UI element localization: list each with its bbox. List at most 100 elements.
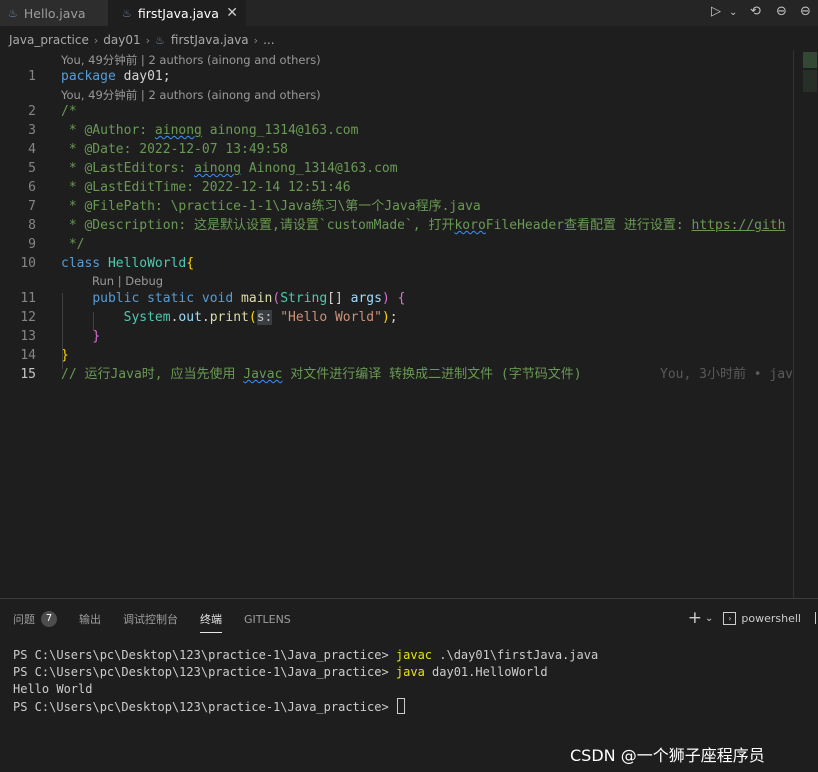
line-number: 8: [28, 218, 36, 233]
shell-name[interactable]: powershell: [741, 612, 801, 625]
terminal-line: PS C:\Users\pc\Desktop\123\practice-1\Ja…: [13, 647, 598, 664]
chevron-right-icon: ›: [93, 33, 99, 47]
chevron-right-icon: ›: [145, 33, 151, 47]
line-number: 7: [28, 199, 36, 214]
breadcrumb-folder[interactable]: Java_practice: [9, 33, 89, 47]
minimap[interactable]: [803, 70, 817, 92]
terminal-args: day01.HelloWorld: [424, 665, 548, 679]
code-line-10[interactable]: class HelloWorld{: [61, 254, 194, 273]
terminal-args: .\day01\firstJava.java: [432, 648, 599, 662]
comment-text: * @Description: 这是默认设置,请设置`customMade`, …: [61, 218, 455, 233]
code-line-12[interactable]: System.out.print(s: "Hello World");: [61, 308, 398, 327]
open-changes-icon[interactable]: ⟲: [750, 4, 761, 19]
keyword: static: [147, 291, 195, 306]
line-number: 11: [20, 291, 36, 306]
code-line-3[interactable]: * @Author: ainong ainong_1314@163.com: [61, 121, 359, 140]
watermark: CSDN @一个狮子座程序员: [570, 746, 765, 765]
tab-label: 问题: [13, 613, 35, 626]
code-editor[interactable]: You, 49分钟前 | 2 authors (ainong and other…: [0, 50, 818, 598]
inline-blame[interactable]: You, 3小时前 • jav: [660, 365, 793, 384]
chevron-down-icon[interactable]: ⌄: [705, 613, 713, 624]
spell-warning: ainong: [154, 123, 202, 138]
line-number: 14: [20, 348, 36, 363]
method-name: main: [241, 291, 273, 306]
codelens-authors[interactable]: You, 49分钟前 | 2 authors (ainong and other…: [61, 87, 321, 103]
comment-text: Ainong_1314@163.com: [241, 161, 398, 176]
line-number: 4: [28, 142, 36, 157]
code-line-11[interactable]: public static void main(String[] args) {: [61, 289, 405, 308]
code-line-1[interactable]: package day01;: [61, 67, 171, 86]
comment-text: * @Author:: [61, 123, 155, 138]
close-icon[interactable]: ✕: [226, 5, 238, 21]
tab-bar: ♨ Hello.java ♨ firstJava.java ✕ ▷ ⌄ ⟲ ⊖ …: [0, 0, 818, 26]
terminal-actions: + ⌄ › powershell: [688, 608, 818, 628]
bracket: ): [381, 310, 390, 325]
parameter-hint: s:: [256, 310, 273, 325]
comment-text: FileHeader查看配置 进行设置:: [485, 218, 692, 233]
panel-tabs: 问题 7 输出 调试控制台 终端 GITLENS: [13, 608, 313, 633]
punctuation: []: [327, 291, 343, 306]
code-line-8[interactable]: * @Description: 这是默认设置,请设置`customMade`, …: [61, 216, 793, 235]
problems-count-badge: 7: [41, 611, 57, 627]
spell-warning: Javac: [243, 367, 283, 382]
codelens-authors[interactable]: You, 49分钟前 | 2 authors (ainong and other…: [61, 52, 321, 68]
bracket: {: [186, 256, 195, 271]
java-file-icon: ♨: [155, 33, 165, 47]
tab-gitlens[interactable]: GITLENS: [244, 613, 291, 626]
line-number: 5: [28, 161, 36, 176]
terminal-command: javac: [395, 648, 433, 662]
code-line-4[interactable]: * @Date: 2022-12-07 13:49:58: [61, 140, 288, 159]
terminal-output[interactable]: PS C:\Users\pc\Desktop\123\practice-1\Ja…: [13, 647, 598, 716]
terminal-prompt: PS C:\Users\pc\Desktop\123\practice-1\Ja…: [13, 700, 396, 714]
line-number: 3: [28, 123, 36, 138]
bracket: (: [248, 310, 257, 325]
tab-terminal[interactable]: 终端: [200, 611, 222, 633]
breadcrumb-folder[interactable]: day01: [103, 33, 140, 47]
chevron-down-icon[interactable]: ⌄: [729, 7, 737, 18]
minimap[interactable]: [803, 52, 817, 68]
code-line-6[interactable]: * @LastEditTime: 2022-12-14 12:51:46: [61, 178, 351, 197]
tab-debug-console[interactable]: 调试控制台: [123, 611, 178, 627]
type-name: String: [280, 291, 328, 306]
tab-hello-java[interactable]: ♨ Hello.java: [0, 0, 108, 26]
tab-firstjava-java[interactable]: ♨ firstJava.java ✕: [108, 0, 246, 26]
run-icon[interactable]: ▷: [711, 4, 721, 19]
code-line-5[interactable]: * @LastEditors: ainong Ainong_1314@163.c…: [61, 159, 398, 178]
indent-guide: [62, 293, 63, 369]
line-number: 9: [28, 237, 36, 252]
punctuation: ;: [162, 69, 171, 84]
terminal-command: java: [395, 665, 425, 679]
tab-problems[interactable]: 问题 7: [13, 611, 57, 627]
codelens-run-debug[interactable]: Run | Debug: [92, 274, 163, 288]
plus-icon[interactable]: +: [688, 608, 702, 628]
line-number: 2: [28, 104, 36, 119]
breadcrumb-more[interactable]: ...: [263, 33, 274, 47]
comment-link[interactable]: https://gith: [692, 218, 786, 233]
class-name: System: [123, 310, 171, 325]
code-line-2[interactable]: /*: [61, 102, 77, 121]
terminal-line: PS C:\Users\pc\Desktop\123\practice-1\Ja…: [13, 698, 598, 716]
line-number: 15: [20, 367, 36, 382]
parameter: args: [350, 291, 382, 306]
bracket: {: [397, 291, 406, 306]
code-line-13[interactable]: }: [61, 327, 100, 346]
java-file-icon: ♨: [122, 6, 132, 20]
next-change-icon[interactable]: ⊖: [800, 4, 811, 19]
indent-guide: [93, 312, 94, 331]
previous-change-icon[interactable]: ⊖: [776, 4, 787, 19]
code-line-7[interactable]: * @FilePath: \practice-1-1\Java练习\第一个Jav…: [61, 197, 481, 216]
code-line-15[interactable]: // 运行Java时, 应当先使用 Javac 对文件进行编译 转换成二进制文件…: [61, 365, 582, 384]
line-number: 13: [20, 329, 36, 344]
tab-output[interactable]: 输出: [79, 611, 101, 627]
keyword: void: [201, 291, 234, 306]
breadcrumb-file[interactable]: firstJava.java: [171, 33, 249, 47]
code-line-9[interactable]: */: [61, 235, 85, 254]
package-name: day01: [123, 69, 163, 84]
comment-text: * @LastEditors:: [61, 161, 195, 176]
spell-warning: koro: [454, 218, 486, 233]
java-file-icon: ♨: [8, 6, 18, 20]
scrollbar[interactable]: [793, 50, 794, 598]
bracket: }: [92, 329, 101, 344]
keyword: public: [92, 291, 140, 306]
method-name: print: [209, 310, 249, 325]
